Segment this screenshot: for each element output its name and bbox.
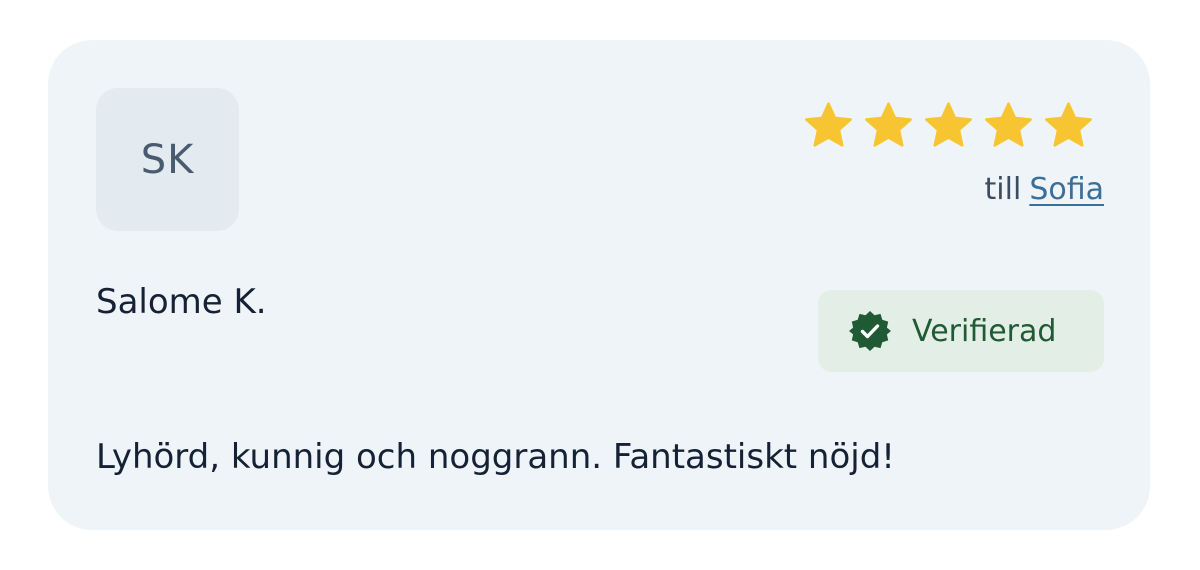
recipient-prefix: till — [984, 172, 1022, 207]
star-icon — [983, 102, 1034, 150]
review-card: SK till Sofia Salome K. Verifierad Lyhörd… — [48, 40, 1150, 530]
star-icon — [803, 102, 854, 150]
star-rating — [803, 102, 1094, 150]
review-recipient: till Sofia — [985, 172, 1104, 207]
avatar-initials: SK — [140, 136, 195, 183]
star-icon — [863, 102, 914, 150]
verified-check-icon — [849, 311, 891, 351]
star-icon — [923, 102, 974, 150]
avatar: SK — [96, 88, 239, 231]
reviewer-name: Salome K. — [96, 282, 267, 322]
recipient-link[interactable]: Sofia — [1029, 172, 1104, 207]
verified-label: Verifierad — [912, 313, 1057, 349]
review-comment: Lyhörd, kunnig och noggrann. Fantastiskt… — [96, 437, 895, 477]
star-icon — [1043, 102, 1094, 150]
verified-badge: Verifierad — [818, 290, 1104, 372]
